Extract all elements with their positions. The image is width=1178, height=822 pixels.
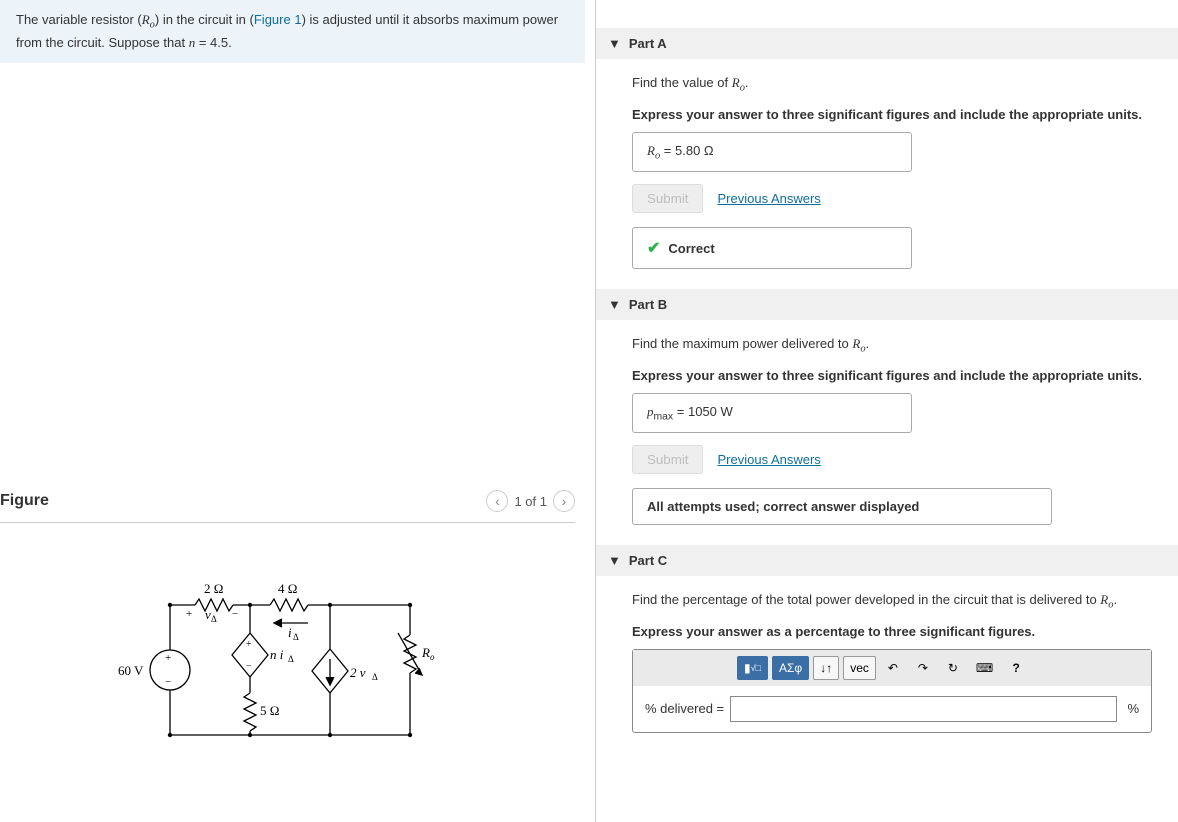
part-c-header[interactable]: ▼ Part C bbox=[596, 545, 1178, 576]
figure-next-button[interactable]: › bbox=[553, 490, 575, 512]
redo-button[interactable]: ↷ bbox=[910, 656, 936, 680]
help-button[interactable]: ? bbox=[1003, 656, 1029, 680]
templates-button[interactable]: ▮√□ bbox=[737, 656, 768, 680]
part-c-question: Find the percentage of the total power d… bbox=[632, 592, 1100, 607]
svg-text:−: − bbox=[246, 661, 252, 672]
part-a-answer-box: Ro = 5.80 Ω bbox=[632, 132, 912, 173]
answer-input[interactable] bbox=[730, 696, 1117, 722]
part-a-question: Find the value of bbox=[632, 75, 732, 90]
keyboard-button[interactable]: ⌨ bbox=[970, 656, 999, 680]
q-var: R bbox=[732, 75, 740, 90]
status-text: All attempts used; correct answer displa… bbox=[647, 499, 919, 514]
svg-text:Δ: Δ bbox=[211, 614, 217, 624]
svg-text:+: + bbox=[186, 608, 192, 620]
svg-text:n i: n i bbox=[270, 647, 284, 662]
problem-text: = 4.5. bbox=[195, 35, 232, 50]
problem-text: The variable resistor ( bbox=[16, 12, 142, 27]
svg-text:Δ: Δ bbox=[372, 672, 378, 682]
ans-value: 5.80 Ω bbox=[675, 143, 714, 158]
submit-button: Submit bbox=[632, 184, 703, 213]
part-a-status: ✔ Correct bbox=[632, 227, 912, 269]
part-b-status: All attempts used; correct answer displa… bbox=[632, 488, 1052, 525]
submit-button: Submit bbox=[632, 445, 703, 474]
svg-text:4 Ω: 4 Ω bbox=[278, 581, 297, 596]
part-b-subinstr: Express your answer to three significant… bbox=[632, 368, 1142, 383]
svg-text:−: − bbox=[232, 608, 238, 620]
figure-title: Figure bbox=[0, 492, 49, 510]
circuit-figure: 2 Ω 4 Ω 5 Ω 60 V + − + v Δ − i Δ + − n i… bbox=[110, 555, 440, 755]
q-post: . bbox=[1113, 592, 1117, 607]
answer-composer: ▮√□ ΑΣφ ↓↑ vec ↶ ↷ ↻ ⌨ ? % delivered = % bbox=[632, 649, 1152, 733]
part-a-subinstr: Express your answer to three significant… bbox=[632, 107, 1142, 122]
collapse-icon: ▼ bbox=[608, 36, 621, 51]
svg-text:2 Ω: 2 Ω bbox=[204, 581, 223, 596]
svg-text:R: R bbox=[421, 645, 430, 660]
part-c-body: Find the percentage of the total power d… bbox=[596, 576, 1178, 753]
svg-text:i: i bbox=[288, 625, 292, 640]
svg-text:Δ: Δ bbox=[288, 654, 294, 664]
problem-text: ) in the circuit in ( bbox=[155, 12, 254, 27]
svg-text:−: − bbox=[165, 676, 171, 688]
svg-text:60 V: 60 V bbox=[118, 663, 144, 678]
q-post: . bbox=[745, 75, 749, 90]
previous-answers-link[interactable]: Previous Answers bbox=[717, 191, 820, 206]
composer-toolbar: ▮√□ ΑΣφ ↓↑ vec ↶ ↷ ↻ ⌨ ? bbox=[633, 650, 1151, 686]
unit-suffix: % bbox=[1127, 701, 1139, 716]
ans-label: R bbox=[647, 143, 655, 158]
svg-text:Δ: Δ bbox=[293, 632, 299, 642]
part-b-question: Find the maximum power delivered to bbox=[632, 336, 852, 351]
part-a-title: Part A bbox=[629, 36, 667, 51]
part-b-header[interactable]: ▼ Part B bbox=[596, 289, 1178, 320]
part-b-answer-box: pmax = 1050 W bbox=[632, 393, 912, 434]
undo-button[interactable]: ↶ bbox=[880, 656, 906, 680]
subsup-button[interactable]: ↓↑ bbox=[813, 656, 839, 680]
reset-button[interactable]: ↻ bbox=[940, 656, 966, 680]
q-post: . bbox=[866, 336, 870, 351]
ans-label-sub: max bbox=[654, 411, 674, 422]
ans-value: 1050 W bbox=[688, 404, 733, 419]
svg-text:+: + bbox=[165, 652, 171, 664]
part-b-title: Part B bbox=[629, 297, 667, 312]
part-b-body: Find the maximum power delivered to Ro. … bbox=[596, 320, 1178, 545]
greek-button[interactable]: ΑΣφ bbox=[772, 656, 809, 680]
problem-var-R: R bbox=[142, 12, 150, 27]
ans-eq: = bbox=[677, 404, 685, 419]
collapse-icon: ▼ bbox=[608, 297, 621, 312]
part-c-title: Part C bbox=[629, 553, 667, 568]
previous-answers-link[interactable]: Previous Answers bbox=[717, 452, 820, 467]
figure-pager-text: 1 of 1 bbox=[514, 494, 547, 509]
svg-text:o: o bbox=[430, 652, 435, 662]
svg-text:5 Ω: 5 Ω bbox=[260, 703, 279, 718]
part-c-subinstr: Express your answer as a percentage to t… bbox=[632, 624, 1142, 639]
part-a-header[interactable]: ▼ Part A bbox=[596, 28, 1178, 59]
figure-link[interactable]: Figure 1 bbox=[254, 12, 302, 27]
root-icon: ▮ bbox=[744, 661, 751, 675]
svg-text:+: + bbox=[246, 639, 252, 650]
part-a-body: Find the value of Ro. Express your answe… bbox=[596, 59, 1178, 289]
vec-button[interactable]: vec bbox=[843, 656, 876, 680]
problem-statement: The variable resistor (Ro) in the circui… bbox=[0, 0, 585, 63]
figure-pager: ‹ 1 of 1 › bbox=[486, 490, 575, 512]
ans-eq: = bbox=[664, 143, 672, 158]
check-icon: ✔ bbox=[647, 238, 660, 258]
composer-label: % delivered = bbox=[645, 701, 724, 716]
status-text: Correct bbox=[668, 241, 714, 256]
collapse-icon: ▼ bbox=[608, 553, 621, 568]
figure-prev-button[interactable]: ‹ bbox=[486, 490, 508, 512]
ans-label-sub: o bbox=[655, 150, 660, 161]
svg-text:2 v: 2 v bbox=[350, 665, 366, 680]
